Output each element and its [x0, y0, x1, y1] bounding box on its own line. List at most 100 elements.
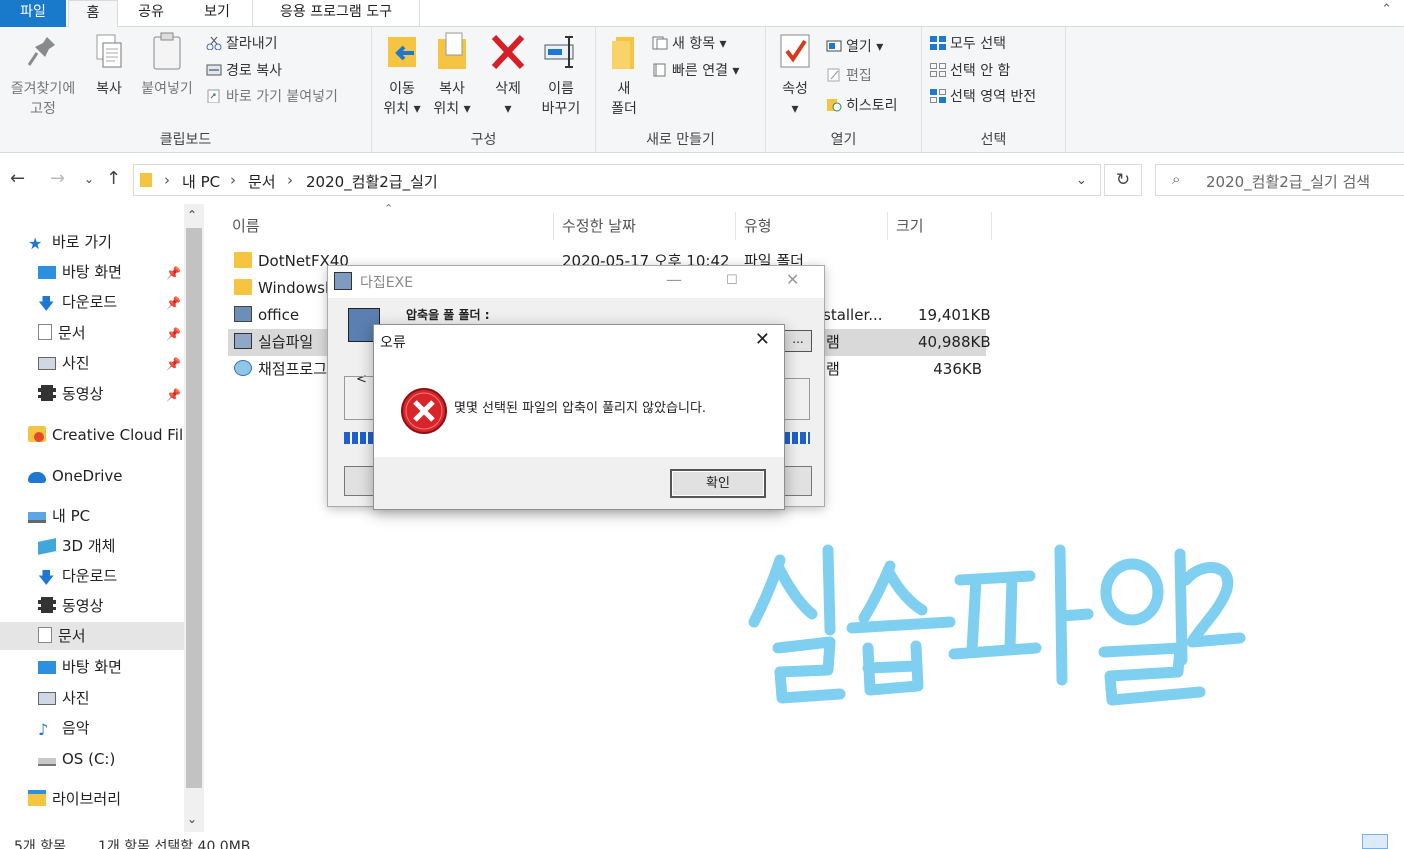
scroll-down-icon[interactable]: ⌄	[187, 812, 197, 826]
nav-libraries[interactable]: 라이브러리	[28, 785, 121, 813]
error-message: 몇몇 선택된 파일의 압축이 풀리지 않았습니다.	[454, 401, 707, 416]
ribbon-collapse-icon[interactable]: ⌃	[1381, 2, 1392, 17]
copy-path-button[interactable]: 경로 복사	[206, 60, 282, 82]
minimize-icon[interactable]: —	[666, 270, 682, 289]
film-icon	[38, 385, 56, 401]
new-folder-button[interactable]: 새 폴더	[604, 31, 644, 119]
browse-button[interactable]: ...	[784, 330, 812, 352]
library-icon	[28, 790, 46, 806]
breadcrumb-this-pc[interactable]: 내 PC	[182, 171, 220, 192]
close-icon[interactable]: ✕	[786, 270, 799, 289]
music-note-icon: ♪	[38, 720, 49, 739]
nav-pc-documents[interactable]: 문서	[0, 622, 184, 650]
nav-pc-desktop[interactable]: 바탕 화면	[38, 653, 122, 681]
nav-3d-objects[interactable]: 3D 개체	[38, 532, 115, 560]
nav-desktop[interactable]: 바탕 화면	[38, 258, 122, 286]
pictures-icon	[38, 692, 56, 705]
nav-scrollbar[interactable]: ⌃ ⌄	[184, 204, 204, 832]
nav-quick-access[interactable]: ★ 바로 가기	[28, 228, 112, 256]
forward-arrow-icon[interactable]: →	[50, 168, 65, 189]
cut-button[interactable]: 잘라내기	[206, 33, 278, 55]
open-group-label: 열기	[830, 132, 857, 148]
easy-access-button[interactable]: 빠른 연결 ▾	[652, 60, 739, 82]
select-all-button[interactable]: 모두 선택	[930, 33, 1006, 55]
edit-button[interactable]: 편집	[826, 65, 872, 87]
paste-shortcut-button[interactable]: 바로 가기 붙여넣기	[206, 86, 338, 108]
pin-icon[interactable]: 📌	[166, 296, 181, 310]
zip-button[interactable]	[344, 466, 374, 496]
pin-icon[interactable]: 📌	[166, 266, 181, 280]
pin-quick-access-button[interactable]: 즐겨찾기에 고정	[4, 31, 82, 119]
tab-share[interactable]: 공유	[122, 0, 180, 27]
select-all-icon	[930, 35, 946, 50]
back-arrow-icon[interactable]: ←	[10, 168, 25, 189]
column-header-size[interactable]: 크기	[890, 212, 992, 240]
tab-home[interactable]: 홈	[68, 0, 118, 28]
desktop-icon	[38, 661, 56, 674]
search-icon: ⌕	[1172, 170, 1181, 188]
scroll-up-icon[interactable]: ⌃	[187, 208, 197, 222]
nav-pc-pictures[interactable]: 사진	[38, 684, 90, 712]
cube-3d-icon	[38, 538, 56, 555]
open-icon	[826, 38, 842, 52]
nav-videos[interactable]: 동영상	[38, 380, 103, 408]
zip-button[interactable]	[784, 466, 812, 496]
progress-bar	[784, 432, 810, 444]
column-header-modified[interactable]: 수정한 날짜	[556, 212, 736, 240]
new-item-button[interactable]: 새 항목 ▾	[652, 33, 727, 55]
close-icon[interactable]: ✕	[755, 329, 770, 350]
delete-button[interactable]: 삭제 ▾	[486, 31, 530, 119]
nav-pictures[interactable]: 사진	[38, 349, 90, 377]
navigation-pane: ★ 바로 가기 바탕 화면 📌 🡇 다운로드 📌 문서 📌 사진 📌 동영상 📌 C…	[0, 204, 192, 832]
zip-folder-label: 압축을 풀 폴더 :	[406, 308, 490, 322]
copy-to-button[interactable]: 복사 위치 ▾	[428, 31, 476, 119]
recent-dropdown-icon[interactable]: ⌄	[84, 172, 94, 186]
move-to-button[interactable]: 이동 위치 ▾	[378, 31, 426, 119]
address-bar[interactable]: › 내 PC › 문서 › 2020_컴활2급_실기 ⌄	[133, 164, 1101, 196]
new-folder-icon	[606, 31, 642, 73]
column-header-name[interactable]: 이름	[226, 212, 554, 240]
zip-dialog-title: 다집EXE	[360, 275, 414, 291]
nav-pc-videos[interactable]: 동영상	[38, 592, 103, 620]
address-dropdown-icon[interactable]: ⌄	[1076, 173, 1087, 188]
details-view-icon[interactable]	[1362, 834, 1388, 849]
paste-shortcut-icon	[206, 88, 222, 104]
paste-button[interactable]: 붙여넣기	[136, 31, 198, 99]
breadcrumb-current-folder[interactable]: 2020_컴활2급_실기	[306, 171, 438, 192]
nav-downloads[interactable]: 🡇 다운로드	[38, 288, 117, 316]
invert-selection-button[interactable]: 선택 영역 반전	[930, 86, 1036, 108]
breadcrumb-documents[interactable]: 문서	[248, 171, 276, 192]
history-button[interactable]: 히스토리	[826, 95, 898, 117]
pin-icon[interactable]: 📌	[166, 357, 181, 371]
pin-icon[interactable]: 📌	[166, 388, 181, 402]
search-box[interactable]: ⌕ 2020_컴활2급_실기 검색	[1155, 164, 1404, 196]
column-header-type[interactable]: 유형	[738, 212, 888, 240]
nav-music[interactable]: ♪ 음악	[38, 714, 90, 742]
ok-button[interactable]: 확인	[670, 469, 766, 498]
refresh-icon[interactable]: ↻	[1104, 164, 1142, 196]
scroll-thumb[interactable]	[186, 228, 202, 788]
select-none-icon	[930, 62, 946, 77]
tab-app-tools[interactable]: 응용 프로그램 도구	[252, 0, 420, 27]
up-arrow-icon[interactable]: ↑	[106, 168, 121, 189]
drive-icon	[38, 758, 56, 766]
clipboard-group-label: 클립보드	[159, 132, 212, 148]
maximize-icon[interactable]: ☐	[726, 273, 738, 288]
properties-button[interactable]: 속성 ▾	[774, 31, 816, 119]
pin-icon[interactable]: 📌	[166, 327, 181, 341]
select-none-button[interactable]: 선택 안 함	[930, 60, 1010, 82]
tab-view[interactable]: 보기	[186, 0, 248, 27]
document-icon	[38, 627, 52, 643]
nav-onedrive[interactable]: OneDrive	[28, 462, 123, 490]
tab-file[interactable]: 파일	[0, 0, 66, 27]
nav-pc-downloads[interactable]: 🡇 다운로드	[38, 562, 117, 590]
open-button[interactable]: 열기 ▾	[826, 36, 883, 58]
file-size: 19,401KB	[918, 306, 991, 324]
nav-creative-cloud[interactable]: Creative Cloud File	[28, 421, 192, 449]
nav-this-pc[interactable]: 내 PC	[28, 502, 90, 530]
nav-documents[interactable]: 문서	[38, 319, 86, 347]
rename-button[interactable]: 이름 바꾸기	[536, 31, 586, 119]
error-titlebar: 오류 ✕	[374, 325, 784, 357]
copy-button[interactable]: 복사	[88, 31, 130, 99]
nav-os-c[interactable]: OS (C:)	[38, 745, 115, 773]
